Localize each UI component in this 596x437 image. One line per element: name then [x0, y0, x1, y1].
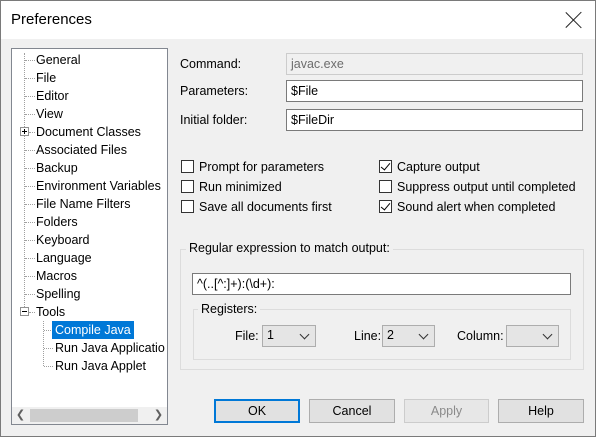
- tree-line: [24, 53, 25, 309]
- prompt-parameters-checkbox[interactable]: Prompt for parameters: [181, 159, 351, 177]
- checkbox-box[interactable]: [379, 180, 392, 193]
- tree-item-editor[interactable]: Editor: [36, 87, 69, 105]
- checkbox-label: Prompt for parameters: [199, 160, 325, 174]
- tree-item-backup[interactable]: Backup: [36, 159, 78, 177]
- chevron-down-icon: [418, 329, 429, 340]
- tree-line: [25, 150, 35, 151]
- file-register-label: File:: [235, 329, 259, 343]
- tree-line: [25, 114, 35, 115]
- tree-item-compile-java[interactable]: Compile Java: [52, 321, 134, 339]
- expand-icon[interactable]: [20, 127, 29, 136]
- tree-item-run-java-application[interactable]: Run Java Applicatio: [55, 339, 165, 357]
- checkbox-box[interactable]: [181, 180, 194, 193]
- tree-item-tools[interactable]: Tools: [36, 303, 65, 321]
- tree-item-run-java-applet[interactable]: Run Java Applet: [55, 357, 146, 375]
- horizontal-scrollbar[interactable]: ❮ ❯: [12, 407, 167, 424]
- column-register-label: Column:: [457, 329, 504, 343]
- tree-line: [25, 60, 35, 61]
- checkbox-label: Capture output: [397, 160, 480, 174]
- line-register-select[interactable]: 2: [382, 325, 435, 347]
- chevron-down-icon: [299, 329, 310, 340]
- tree-item-general[interactable]: General: [36, 51, 80, 69]
- checkbox-box[interactable]: [379, 200, 392, 213]
- tree-item-folders[interactable]: Folders: [36, 213, 78, 231]
- capture-output-checkbox[interactable]: Capture output: [379, 159, 584, 177]
- tree-line: [25, 204, 35, 205]
- cancel-button[interactable]: Cancel: [309, 399, 395, 423]
- tree-line: [25, 276, 35, 277]
- command-field: javac.exe: [286, 53, 583, 75]
- title-bar: Preferences: [1, 1, 595, 39]
- help-button[interactable]: Help: [498, 399, 584, 423]
- tree-line: [44, 366, 53, 367]
- scroll-right-icon[interactable]: ❯: [150, 407, 167, 424]
- tree-line: [25, 258, 35, 259]
- tree-item-file[interactable]: File: [36, 69, 56, 87]
- tree-line: [25, 222, 35, 223]
- file-register-select[interactable]: 1: [262, 325, 316, 347]
- checkbox-label: Run minimized: [199, 180, 282, 194]
- line-register-label: Line:: [354, 329, 382, 343]
- checkbox-box[interactable]: [379, 160, 392, 173]
- tree-line: [25, 240, 35, 241]
- scroll-left-icon[interactable]: ❮: [12, 407, 29, 424]
- initial-folder-field[interactable]: $FileDir: [286, 109, 583, 131]
- initial-folder-label: Initial folder:: [180, 113, 248, 127]
- tree-item-macros[interactable]: Macros: [36, 267, 77, 285]
- tree-item-file-name-filters[interactable]: File Name Filters: [36, 195, 130, 213]
- tree-line: [25, 168, 35, 169]
- sound-alert-checkbox[interactable]: Sound alert when completed: [379, 199, 584, 217]
- registers-group-label: Registers:: [198, 302, 261, 316]
- tree-item-language[interactable]: Language: [36, 249, 92, 267]
- checkbox-box[interactable]: [181, 160, 194, 173]
- tree-item-associated-files[interactable]: Associated Files: [36, 141, 127, 159]
- column-register-select[interactable]: [506, 325, 559, 347]
- save-all-documents-checkbox[interactable]: Save all documents first: [181, 199, 351, 217]
- line-register-value: 2: [387, 328, 394, 342]
- checkbox-label: Save all documents first: [199, 200, 332, 214]
- category-tree[interactable]: General File Editor View Document Classe…: [11, 48, 168, 425]
- parameters-label: Parameters:: [180, 84, 249, 98]
- ok-button[interactable]: OK: [214, 399, 300, 423]
- command-label: Command:: [180, 57, 242, 71]
- tree-item-view[interactable]: View: [36, 105, 63, 123]
- tree-item-keyboard[interactable]: Keyboard: [36, 231, 90, 249]
- tree-line: [29, 312, 35, 313]
- collapse-icon[interactable]: [20, 307, 29, 316]
- regex-group-label: Regular expression to match output:: [186, 241, 393, 255]
- suppress-output-checkbox[interactable]: Suppress output until completed: [379, 179, 584, 197]
- run-minimized-checkbox[interactable]: Run minimized: [181, 179, 351, 197]
- close-icon[interactable]: [563, 9, 585, 31]
- scrollbar-thumb[interactable]: [30, 409, 138, 422]
- tree-line: [25, 78, 35, 79]
- tree-line: [44, 348, 53, 349]
- regex-field[interactable]: ^(..[^:]+):(\d+):: [192, 273, 571, 295]
- apply-button[interactable]: Apply: [404, 399, 489, 423]
- file-register-value: 1: [267, 328, 274, 342]
- tree-item-environment-variables[interactable]: Environment Variables: [36, 177, 161, 195]
- tree-line: [25, 294, 35, 295]
- tree-item-document-classes[interactable]: Document Classes: [36, 123, 141, 141]
- parameters-field[interactable]: $File: [286, 80, 583, 102]
- tree-line: [25, 96, 35, 97]
- checkbox-label: Suppress output until completed: [397, 180, 576, 194]
- checkbox-box[interactable]: [181, 200, 194, 213]
- chevron-down-icon: [542, 329, 553, 340]
- tree-line: [43, 321, 44, 366]
- tree-line: [29, 132, 35, 133]
- dialog-title: Preferences: [11, 11, 92, 28]
- checkbox-label: Sound alert when completed: [397, 200, 556, 214]
- tree-item-spelling[interactable]: Spelling: [36, 285, 80, 303]
- tree-line: [25, 186, 35, 187]
